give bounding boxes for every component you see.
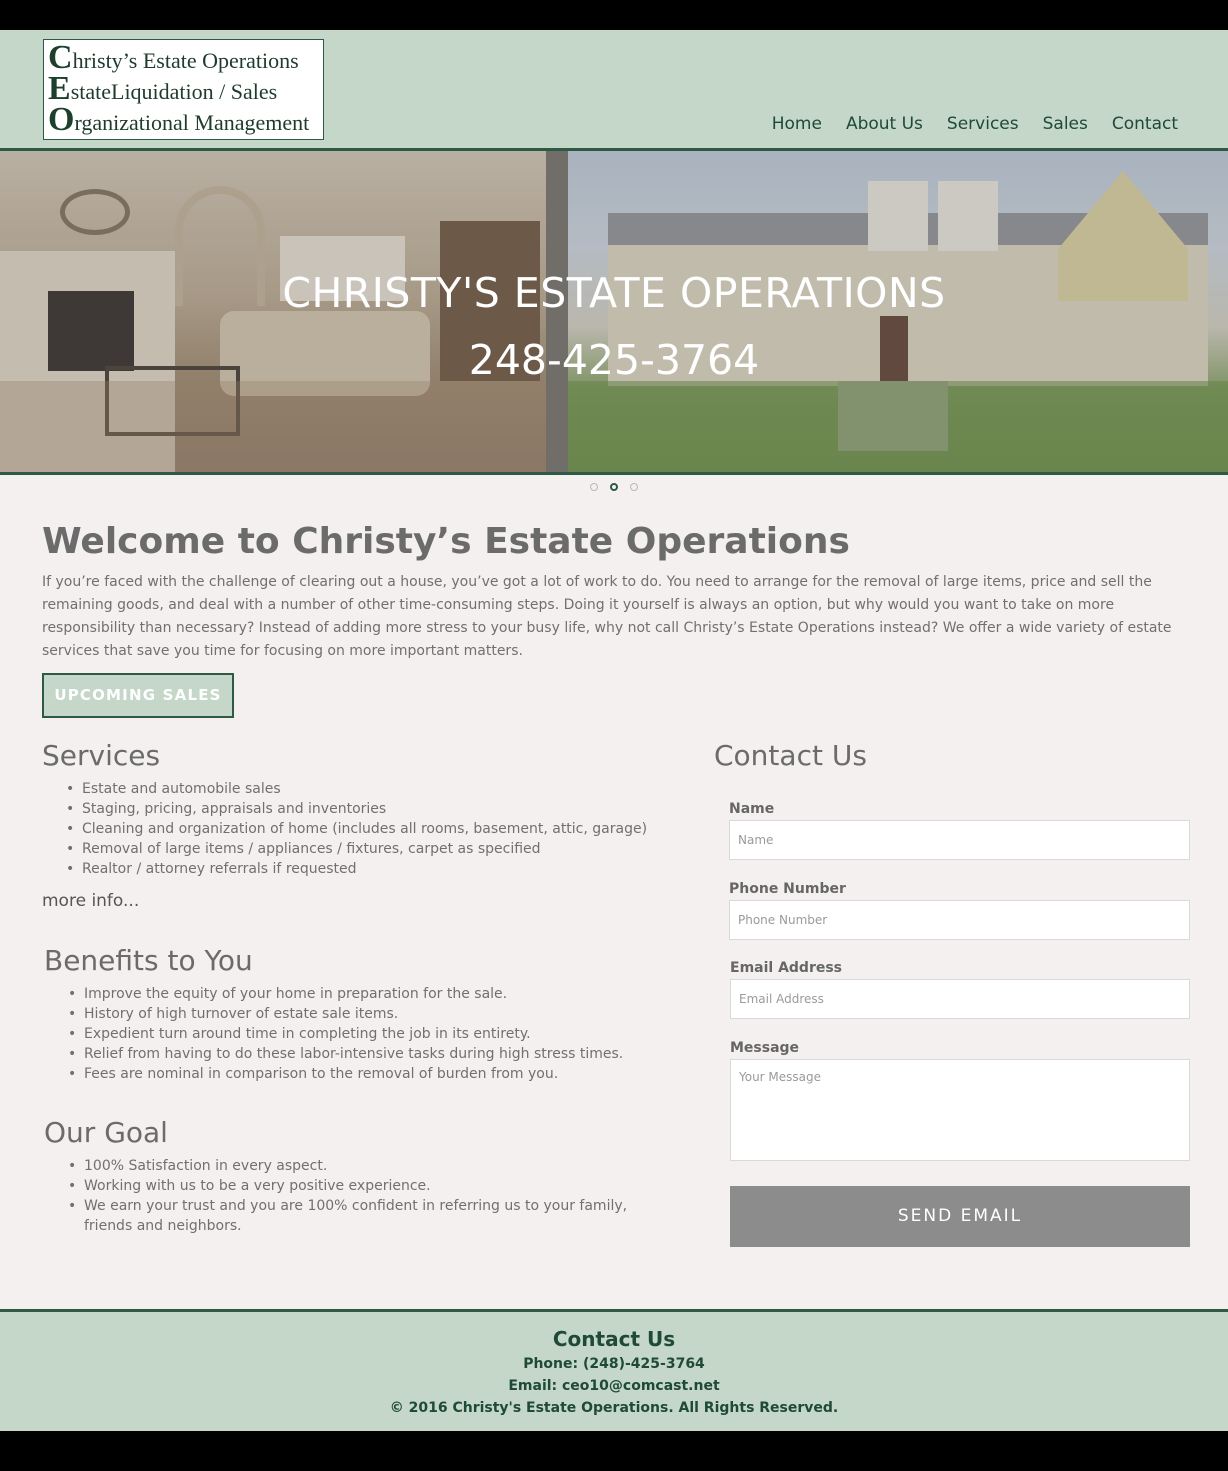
footer-email[interactable]: Email: ceo10@comcast.net <box>0 1378 1228 1394</box>
list-item: Fees are nominal in comparison to the re… <box>68 1064 688 1084</box>
welcome-title: Welcome to Christy’s Estate Operations <box>42 521 850 562</box>
name-label: Name <box>729 801 775 817</box>
list-item: Working with us to be a very positive ex… <box>68 1176 678 1196</box>
goal-list: 100% Satisfaction in every aspect. Worki… <box>68 1156 678 1236</box>
list-item: Estate and automobile sales <box>66 779 686 799</box>
list-item: Staging, pricing, appraisals and invento… <box>66 799 686 819</box>
hero-slider[interactable]: CHRISTY'S ESTATE OPERATIONS 248-425-3764 <box>0 151 1228 475</box>
benefits-list: Improve the equity of your home in prepa… <box>68 984 688 1084</box>
main-nav: Home About Us Services Sales Contact <box>772 114 1178 134</box>
top-black-bar <box>0 0 1228 30</box>
contact-form-title: Contact Us <box>714 739 867 772</box>
site-footer: Contact Us Phone: (248)-425-3764 Email: … <box>0 1309 1228 1431</box>
email-input[interactable] <box>730 979 1190 1019</box>
services-list: Estate and automobile sales Staging, pri… <box>66 779 686 879</box>
slider-dot-1[interactable] <box>590 483 598 491</box>
footer-phone: Phone: (248)-425-3764 <box>523 1356 705 1372</box>
nav-about-us[interactable]: About Us <box>846 114 923 134</box>
nav-contact[interactable]: Contact <box>1112 114 1178 134</box>
goal-title: Our Goal <box>44 1116 168 1149</box>
hero-phone: 248-425-3764 <box>468 336 760 384</box>
logo-line-2: EstateLiquidation / Sales <box>48 70 278 107</box>
footer-title: Contact Us <box>552 1327 676 1351</box>
main-content: Welcome to Christy’s Estate Operations I… <box>0 475 1228 1309</box>
slider-dot-3[interactable] <box>630 483 638 491</box>
footer-copyright: © 2016 Christy's Estate Operations. All … <box>389 1400 839 1416</box>
more-info-link[interactable]: more info... <box>42 891 139 911</box>
bottom-black-bar <box>0 1431 1228 1471</box>
logo[interactable]: Christy’s Estate Operations EstateLiquid… <box>43 39 324 140</box>
nav-home[interactable]: Home <box>772 114 822 134</box>
list-item: Improve the equity of your home in prepa… <box>68 984 688 1004</box>
phone-label: Phone Number <box>729 881 846 897</box>
name-input[interactable] <box>729 820 1190 860</box>
message-label: Message <box>730 1040 800 1056</box>
services-title: Services <box>42 739 161 772</box>
benefits-title: Benefits to You <box>44 944 253 977</box>
list-item: Relief from having to do these labor-int… <box>68 1044 688 1064</box>
list-item: Realtor / attorney referrals if requeste… <box>66 859 686 879</box>
slider-dots <box>590 483 638 491</box>
nav-services[interactable]: Services <box>947 114 1019 134</box>
message-textarea[interactable] <box>730 1059 1190 1161</box>
hero-title: CHRISTY'S ESTATE OPERATIONS <box>282 269 946 317</box>
upcoming-sales-button[interactable]: UPCOMING SALES <box>42 673 234 718</box>
list-item: Removal of large items / appliances / fi… <box>66 839 686 859</box>
nav-sales[interactable]: Sales <box>1043 114 1088 134</box>
slider-dot-2-active[interactable] <box>610 483 618 491</box>
list-item: 100% Satisfaction in every aspect. <box>68 1156 678 1176</box>
list-item: History of high turnover of estate sale … <box>68 1004 688 1024</box>
list-item: We earn your trust and you are 100% conf… <box>68 1196 678 1236</box>
email-label: Email Address <box>730 960 843 976</box>
logo-line-1: Christy’s Estate Operations <box>48 39 299 76</box>
phone-input[interactable] <box>729 900 1190 940</box>
list-item: Expedient turn around time in completing… <box>68 1024 688 1044</box>
list-item: Cleaning and organization of home (inclu… <box>66 819 686 839</box>
site-header: Christy’s Estate Operations EstateLiquid… <box>0 30 1228 151</box>
welcome-intro: If you’re faced with the challenge of cl… <box>42 574 1172 659</box>
logo-line-3: Organizational Management <box>48 101 310 138</box>
send-email-button[interactable]: SEND EMAIL <box>730 1186 1190 1247</box>
